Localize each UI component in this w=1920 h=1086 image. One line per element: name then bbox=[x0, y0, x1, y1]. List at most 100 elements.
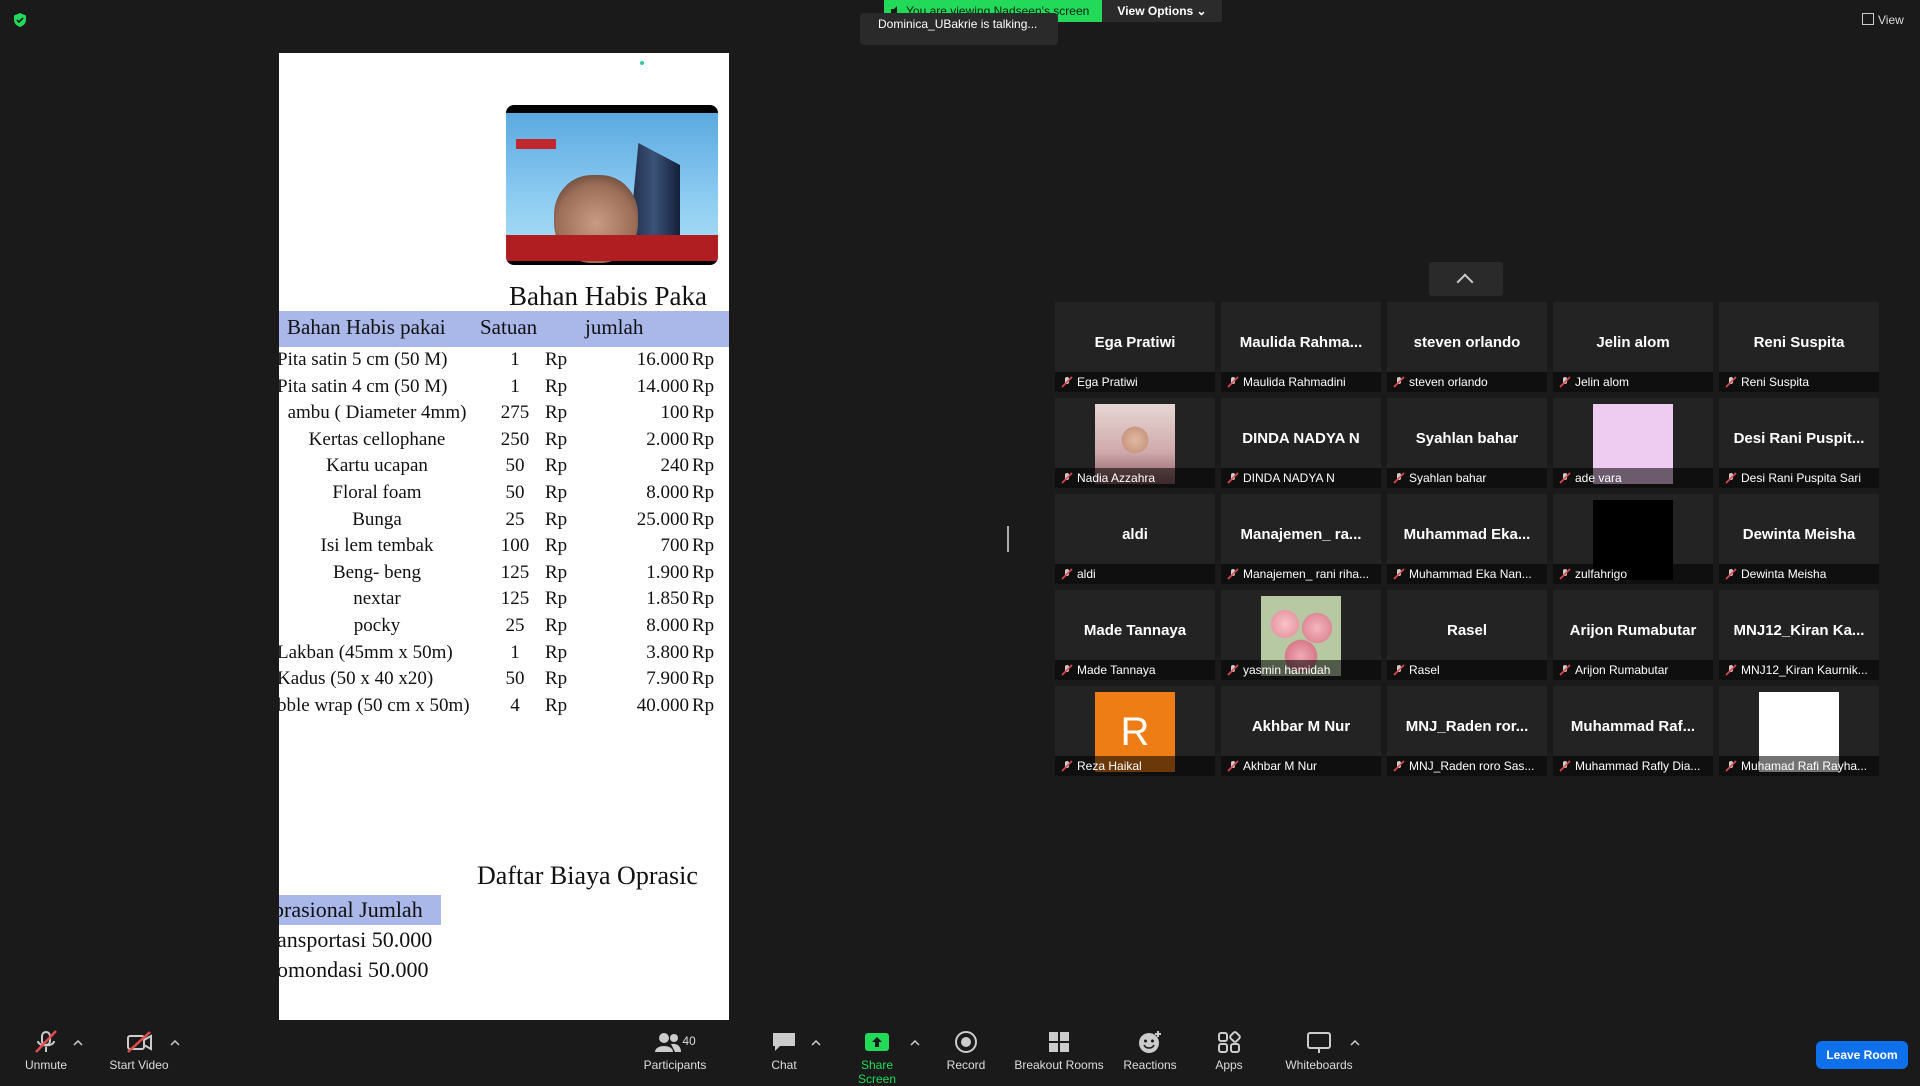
row-amount: 40.000 bbox=[636, 694, 689, 716]
participant-tile[interactable]: Muhamad Rafi Rayha... bbox=[1719, 686, 1879, 776]
talking-text: Dominica_UBakrie is talking... bbox=[878, 17, 1038, 31]
view-options-button[interactable]: View Options ⌄ bbox=[1102, 0, 1222, 22]
row-item: ambu ( Diameter 4mm) bbox=[287, 402, 467, 424]
participant-name-label: Reni Suspita bbox=[1719, 372, 1879, 392]
row-amount: 8.000 bbox=[646, 615, 689, 636]
participant-tile[interactable]: Akhbar M Nur Akhbar M Nur bbox=[1221, 686, 1381, 776]
row-qty: 125 bbox=[500, 561, 530, 583]
participant-tile[interactable]: Manajemen_ ra... Manajemen_ rani riha... bbox=[1221, 494, 1381, 584]
chevron-up-icon[interactable] bbox=[811, 1040, 821, 1046]
participants-button[interactable]: 40 Participants bbox=[640, 1030, 710, 1072]
participant-tile[interactable]: Dewinta Meisha Dewinta Meisha bbox=[1719, 494, 1879, 584]
participant-display-name: Arijon Rumabutar bbox=[1569, 622, 1697, 639]
whiteboards-button[interactable]: Whiteboards bbox=[1284, 1030, 1354, 1072]
leave-room-button[interactable]: Leave Room bbox=[1816, 1041, 1908, 1069]
participant-tile[interactable]: steven orlando steven orlando bbox=[1387, 302, 1547, 392]
participant-name-label: yasmin hamidah bbox=[1221, 660, 1381, 680]
row-item: Pita satin 5 cm (50 M) bbox=[279, 349, 448, 370]
start-video-button[interactable]: Start Video bbox=[106, 1030, 172, 1072]
row-currency: Rp bbox=[545, 455, 568, 477]
unmute-button[interactable]: Unmute bbox=[20, 1030, 72, 1072]
muted-mic-icon bbox=[1061, 568, 1073, 580]
view-button[interactable]: View bbox=[1862, 10, 1910, 30]
row-qty: 100 bbox=[500, 535, 530, 557]
participant-tile[interactable]: ade vara bbox=[1553, 398, 1713, 488]
shield-icon[interactable] bbox=[12, 12, 28, 28]
row-currency-2: Rp bbox=[692, 349, 715, 370]
participant-tile[interactable]: MNJ_Raden ror... MNJ_Raden roro Sas... bbox=[1387, 686, 1547, 776]
participant-tile[interactable]: Reni Suspita Reni Suspita bbox=[1719, 302, 1879, 392]
participant-tile[interactable]: Jelin alom Jelin alom bbox=[1553, 302, 1713, 392]
chat-button[interactable]: Chat bbox=[764, 1030, 804, 1072]
participant-tile[interactable]: Rasel Rasel bbox=[1387, 590, 1547, 680]
record-button[interactable]: Record bbox=[944, 1030, 988, 1072]
breakout-rooms-button[interactable]: Breakout Rooms bbox=[1012, 1030, 1106, 1072]
whiteboard-icon bbox=[1307, 1032, 1331, 1053]
participant-tile[interactable]: DINDA NADYA N DINDA NADYA N bbox=[1221, 398, 1381, 488]
participant-tile[interactable]: Maulida Rahma... Maulida Rahmadini bbox=[1221, 302, 1381, 392]
participant-tile[interactable]: Arijon Rumabutar Arijon Rumabutar bbox=[1553, 590, 1713, 680]
participant-display-name: Rasel bbox=[1446, 622, 1488, 639]
participant-tile[interactable]: aldi aldi bbox=[1055, 494, 1215, 584]
row-amount: 16.000 bbox=[636, 349, 689, 370]
shared-screen: Bahan Habis Paka Bahan Habis pakai Satua… bbox=[279, 53, 729, 1027]
row-currency: Rp bbox=[545, 561, 568, 583]
muted-mic-icon bbox=[1559, 568, 1571, 580]
reactions-button[interactable]: Reactions bbox=[1122, 1030, 1178, 1072]
reactions-icon bbox=[1139, 1031, 1161, 1053]
participant-tile[interactable]: Desi Rani Puspit... Desi Rani Puspita Sar… bbox=[1719, 398, 1879, 488]
chevron-up-icon[interactable] bbox=[73, 1040, 83, 1046]
participants-label: Participants bbox=[643, 1058, 707, 1072]
apps-button[interactable]: Apps bbox=[1212, 1030, 1246, 1072]
chevron-up-icon[interactable] bbox=[1350, 1040, 1360, 1046]
operational-cost-title: Daftar Biaya Oprasic bbox=[477, 861, 698, 890]
chevron-up-icon[interactable] bbox=[910, 1040, 920, 1046]
row-qty: 1 bbox=[510, 375, 520, 397]
row-qty: 1 bbox=[510, 349, 520, 370]
panel-divider[interactable] bbox=[1007, 526, 1009, 552]
muted-mic-icon bbox=[35, 1030, 57, 1053]
row-item: Kartu ucapan bbox=[326, 455, 428, 477]
participant-tile[interactable]: Ega Pratiwi Ega Pratiwi bbox=[1055, 302, 1215, 392]
row-amount: 25.000 bbox=[636, 508, 689, 530]
participant-tile[interactable]: Muhammad Eka... Muhammad Eka Nan... bbox=[1387, 494, 1547, 584]
apps-label: Apps bbox=[1215, 1058, 1243, 1072]
participant-tile[interactable]: zulfahrigo bbox=[1553, 494, 1713, 584]
row-currency-2: Rp bbox=[692, 428, 715, 450]
participant-tile[interactable]: Nadia Azzahra bbox=[1055, 398, 1215, 488]
participant-tile[interactable]: MNJ12_Kiran Ka... MNJ12_Kiran Kaurnik... bbox=[1719, 590, 1879, 680]
row-currency: Rp bbox=[545, 508, 568, 530]
breakout-rooms-icon bbox=[1049, 1032, 1069, 1052]
participant-name-label: DINDA NADYA N bbox=[1221, 468, 1381, 488]
row-amount: 1.900 bbox=[646, 561, 689, 583]
participant-display-name: Syahlan bahar bbox=[1415, 430, 1519, 447]
operational-header: prasional Jumlah bbox=[279, 897, 423, 922]
muted-mic-icon bbox=[1227, 568, 1239, 580]
row-currency-2: Rp bbox=[692, 402, 715, 424]
chevron-up-icon[interactable] bbox=[170, 1040, 180, 1046]
muted-mic-icon bbox=[1725, 376, 1737, 388]
participant-tile[interactable]: Made Tannaya Made Tannaya bbox=[1055, 590, 1215, 680]
participant-name-label: Akhbar M Nur bbox=[1221, 756, 1381, 776]
chevron-up-icon bbox=[1456, 273, 1474, 291]
participant-tile[interactable]: R Reza Haikal bbox=[1055, 686, 1215, 776]
participant-tile[interactable]: Syahlan bahar Syahlan bahar bbox=[1387, 398, 1547, 488]
row-item: Kertas cellophane bbox=[308, 428, 446, 450]
participant-name-label: Manajemen_ rani riha... bbox=[1221, 564, 1381, 584]
row-amount: 240 bbox=[660, 455, 690, 477]
participant-name-label: MNJ_Raden roro Sas... bbox=[1387, 756, 1547, 776]
header-item: Bahan Habis pakai bbox=[287, 315, 446, 339]
row-currency-2: Rp bbox=[692, 508, 715, 530]
row-item: nextar bbox=[353, 588, 401, 610]
record-label: Record bbox=[946, 1058, 986, 1072]
participant-name-label: ade vara bbox=[1553, 468, 1713, 488]
share-screen-button[interactable]: Share Screen bbox=[842, 1030, 912, 1086]
green-dot-icon bbox=[640, 61, 644, 65]
gallery-scroll-up-button[interactable] bbox=[1429, 262, 1503, 296]
row-qty: 125 bbox=[500, 588, 530, 610]
muted-mic-icon bbox=[1725, 760, 1737, 772]
row-currency-2: Rp bbox=[692, 535, 715, 557]
participant-tile[interactable]: Muhammad Raf... Muhammad Rafly Dia... bbox=[1553, 686, 1713, 776]
record-icon bbox=[955, 1031, 977, 1053]
participant-tile[interactable]: yasmin hamidah bbox=[1221, 590, 1381, 680]
